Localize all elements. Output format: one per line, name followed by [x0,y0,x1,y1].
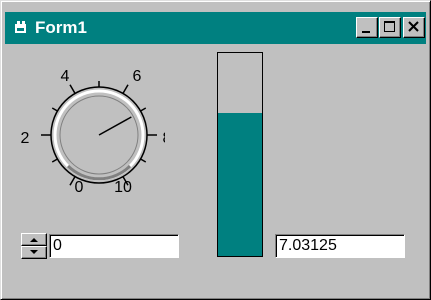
dial-tick [51,107,58,112]
maximize-button[interactable] [379,17,401,38]
dial-tick [69,84,76,94]
knob-dial[interactable]: 0 2 4 6 8 10 [15,59,165,219]
spin-down-button[interactable] [21,246,47,259]
spin-up-button[interactable] [21,233,47,246]
arrow-down-icon [30,250,38,254]
dial-tick [140,158,147,163]
dial-label-6: 6 [133,68,142,85]
spin-value-field[interactable]: 0 [49,234,179,258]
dial-tick [122,84,129,94]
form-window: Form1 0 2 4 6 8 10 [0,0,431,300]
window-title: Form1 [35,18,87,37]
level-meter [217,52,263,257]
maximize-icon [384,21,395,32]
arrow-up-icon [30,238,38,242]
close-button[interactable] [403,17,425,38]
level-meter-fill [218,113,262,256]
dial-label-4: 4 [61,68,70,85]
minimize-button[interactable] [356,17,378,38]
readout-field[interactable]: 7.03125 [275,234,405,258]
dial-tick [140,107,147,112]
dial-tick [51,158,58,163]
title-bar[interactable]: Form1 [5,12,426,44]
dial-label-2: 2 [21,130,30,147]
app-icon [15,21,26,33]
spin-button[interactable] [21,233,47,259]
close-icon [408,21,419,32]
dial-label-10: 10 [114,179,132,196]
dial-label-8: 8 [163,130,165,147]
minimize-icon [362,31,370,33]
dial-label-0: 0 [75,179,84,196]
